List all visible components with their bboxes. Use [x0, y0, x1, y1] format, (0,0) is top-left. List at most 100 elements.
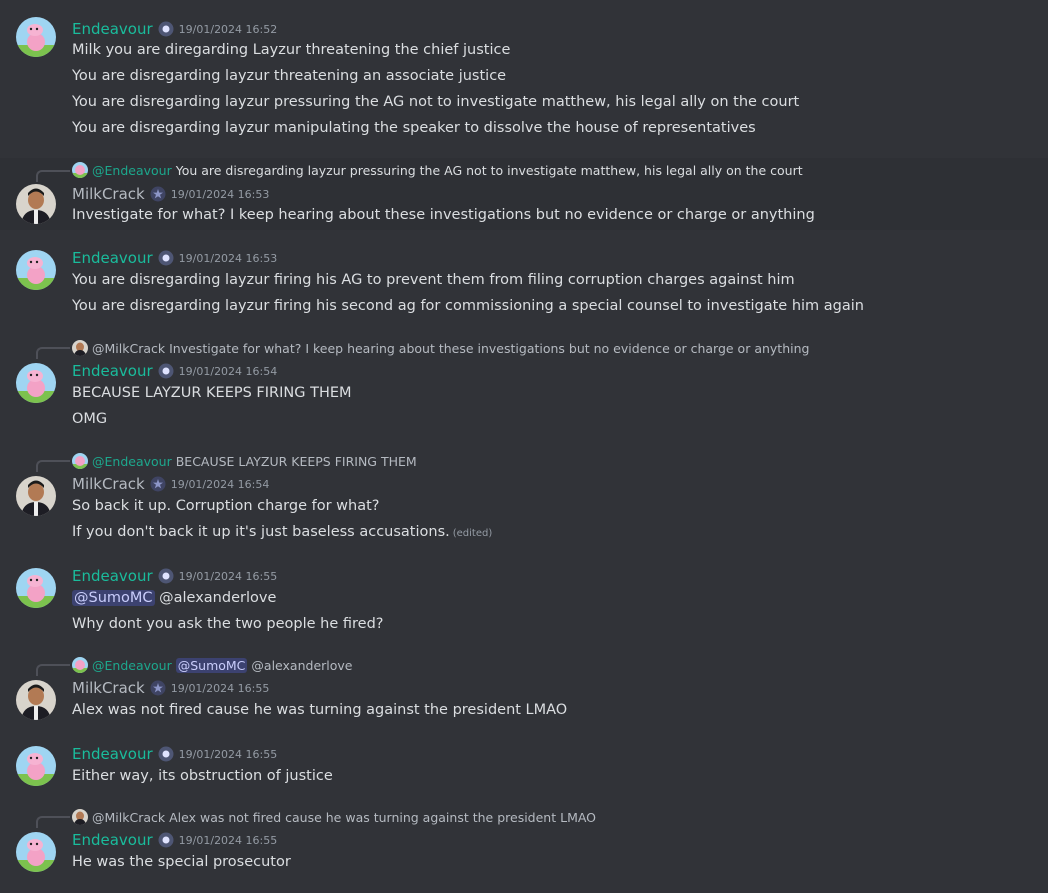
- timestamp[interactable]: 19/01/2024 16:52: [179, 23, 278, 36]
- reply-avatar: [72, 657, 88, 673]
- reply-preview[interactable]: @MilkCrack Investigate for what? I keep …: [72, 339, 809, 357]
- message-group: Endeavour 19/01/2024 16:55 Either way, i…: [0, 736, 1048, 794]
- chat-messages: Endeavour 19/01/2024 16:52 Milk you are …: [0, 0, 1048, 893]
- reply-mention[interactable]: @MilkCrack: [92, 810, 165, 825]
- message-line: He was the special prosecutor: [72, 854, 291, 870]
- reply-avatar: [72, 453, 88, 469]
- reply-mention[interactable]: @MilkCrack: [92, 341, 165, 356]
- timestamp[interactable]: 19/01/2024 16:55: [179, 834, 278, 847]
- reply-text: Alex was not fired cause he was turning …: [169, 809, 597, 825]
- message-group: @Endeavour @SumoMC @alexanderlove MilkCr…: [0, 653, 1048, 727]
- message-header: Endeavour 19/01/2024 16:55: [72, 743, 277, 765]
- message-group: Endeavour 19/01/2024 16:53 You are disre…: [0, 238, 1048, 322]
- reply-spine: [36, 664, 70, 676]
- shield-badge-icon[interactable]: [158, 568, 174, 584]
- avatar-endeavour[interactable]: [16, 568, 56, 608]
- avatar-endeavour[interactable]: [16, 363, 56, 403]
- message-line: You are disregarding layzur firing his A…: [72, 272, 795, 288]
- message-line: Investigate for what? I keep hearing abo…: [72, 207, 815, 223]
- avatar-milkcrack[interactable]: [16, 476, 56, 516]
- message-text: @alexanderlove: [159, 590, 277, 606]
- message-header: Endeavour 19/01/2024 16:52: [72, 18, 277, 40]
- shield-badge-icon[interactable]: [158, 21, 174, 37]
- message-line: Milk you are diregarding Layzur threaten…: [72, 42, 511, 58]
- timestamp[interactable]: 19/01/2024 16:54: [171, 478, 270, 491]
- timestamp[interactable]: 19/01/2024 16:55: [179, 570, 278, 583]
- author-name[interactable]: MilkCrack: [72, 183, 145, 205]
- author-name[interactable]: Endeavour: [72, 18, 153, 40]
- timestamp[interactable]: 19/01/2024 16:55: [171, 682, 270, 695]
- reply-preview[interactable]: @Endeavour You are disregarding layzur p…: [72, 161, 803, 179]
- message-header: Endeavour 19/01/2024 16:54: [72, 360, 277, 382]
- reply-mention[interactable]: @Endeavour: [92, 163, 172, 178]
- reply-avatar: [72, 162, 88, 178]
- author-name[interactable]: MilkCrack: [72, 473, 145, 495]
- author-name[interactable]: Endeavour: [72, 247, 153, 269]
- reply-text: Investigate for what? I keep hearing abo…: [169, 340, 810, 356]
- reply-preview[interactable]: @Endeavour BECAUSE LAYZUR KEEPS FIRING T…: [72, 452, 417, 470]
- edited-label: (edited): [452, 528, 493, 539]
- message-line: You are disregarding layzur firing his s…: [72, 298, 864, 314]
- message-line: You are disregarding layzur threatening …: [72, 68, 507, 84]
- reply-text: You are disregarding layzur pressuring t…: [175, 162, 803, 178]
- message-line: Either way, its obstruction of justice: [72, 768, 333, 784]
- reply-preview[interactable]: @MilkCrack Alex was not fired cause he w…: [72, 808, 596, 826]
- message-group: @MilkCrack Investigate for what? I keep …: [0, 336, 1048, 436]
- message-group: @Endeavour BECAUSE LAYZUR KEEPS FIRING T…: [0, 449, 1048, 549]
- avatar-milkcrack[interactable]: [16, 680, 56, 720]
- reply-mention[interactable]: @Endeavour: [92, 454, 172, 469]
- reply-avatar: [72, 340, 88, 356]
- timestamp[interactable]: 19/01/2024 16:53: [171, 188, 270, 201]
- author-name[interactable]: MilkCrack: [72, 677, 145, 699]
- star-badge-icon[interactable]: [150, 186, 166, 202]
- timestamp[interactable]: 19/01/2024 16:53: [179, 252, 278, 265]
- message-header: MilkCrack 19/01/2024 16:54: [72, 473, 269, 495]
- reply-mention[interactable]: @Endeavour: [92, 658, 172, 673]
- timestamp[interactable]: 19/01/2024 16:55: [179, 748, 278, 761]
- message-header: Endeavour 19/01/2024 16:53: [72, 247, 277, 269]
- avatar-endeavour[interactable]: [16, 17, 56, 57]
- message-text: If you don't back it up it's just basele…: [72, 524, 450, 540]
- reply-spine: [36, 347, 70, 359]
- reply-spine: [36, 170, 70, 182]
- message-line: Alex was not fired cause he was turning …: [72, 702, 568, 718]
- shield-badge-icon[interactable]: [158, 250, 174, 266]
- message-header: Endeavour 19/01/2024 16:55: [72, 829, 277, 851]
- timestamp[interactable]: 19/01/2024 16:54: [179, 365, 278, 378]
- user-mention[interactable]: @SumoMC: [72, 590, 155, 606]
- message-header: MilkCrack 19/01/2024 16:55: [72, 677, 269, 699]
- message-group: @MilkCrack Alex was not fired cause he w…: [0, 805, 1048, 885]
- author-name[interactable]: Endeavour: [72, 743, 153, 765]
- avatar-endeavour[interactable]: [16, 832, 56, 872]
- reply-spine: [36, 460, 70, 472]
- avatar-milkcrack[interactable]: [16, 184, 56, 224]
- shield-badge-icon[interactable]: [158, 746, 174, 762]
- author-name[interactable]: Endeavour: [72, 565, 153, 587]
- reply-text: @alexanderlove: [251, 657, 353, 673]
- avatar-endeavour[interactable]: [16, 746, 56, 786]
- message-header: MilkCrack 19/01/2024 16:53: [72, 183, 269, 205]
- message-line: OMG: [72, 411, 108, 427]
- message-line: BECAUSE LAYZUR KEEPS FIRING THEM: [72, 385, 352, 401]
- message-line: If you don't back it up it's just basele…: [72, 521, 492, 545]
- shield-badge-icon[interactable]: [158, 363, 174, 379]
- star-badge-icon[interactable]: [150, 476, 166, 492]
- author-name[interactable]: Endeavour: [72, 360, 153, 382]
- reply-spine: [36, 816, 70, 828]
- message-group: Endeavour 19/01/2024 16:55 @SumoMC @alex…: [0, 558, 1048, 642]
- author-name[interactable]: Endeavour: [72, 829, 153, 851]
- shield-badge-icon[interactable]: [158, 832, 174, 848]
- reply-text: BECAUSE LAYZUR KEEPS FIRING THEM: [175, 453, 417, 469]
- avatar-endeavour[interactable]: [16, 250, 56, 290]
- message-line: You are disregarding layzur manipulating…: [72, 120, 756, 136]
- message-line: You are disregarding layzur pressuring t…: [72, 94, 800, 110]
- message-group: Endeavour 19/01/2024 16:52 Milk you are …: [0, 0, 1048, 150]
- message-group: @Endeavour You are disregarding layzur p…: [0, 158, 1048, 230]
- message-line: @SumoMC @alexanderlove: [72, 587, 276, 609]
- star-badge-icon[interactable]: [150, 680, 166, 696]
- reply-preview[interactable]: @Endeavour @SumoMC @alexanderlove: [72, 656, 352, 674]
- reply-avatar: [72, 809, 88, 825]
- message-line: Why dont you ask the two people he fired…: [72, 616, 384, 632]
- message-line: So back it up. Corruption charge for wha…: [72, 498, 380, 514]
- reply-inner-mention[interactable]: @SumoMC: [175, 657, 248, 673]
